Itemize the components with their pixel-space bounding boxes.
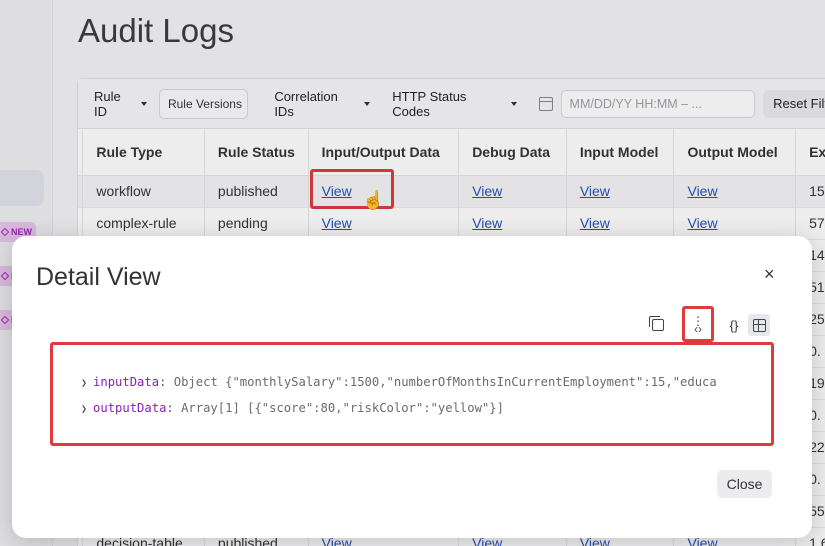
grid-icon bbox=[752, 318, 766, 332]
json-row-output-data[interactable]: ❯ outputData: Array[1] [{"score":80,"risk… bbox=[81, 401, 504, 415]
json-colon: : bbox=[166, 401, 174, 415]
close-button[interactable]: Close bbox=[717, 470, 772, 498]
chevron-right-icon[interactable]: ❯ bbox=[81, 378, 87, 389]
json-viewer: ❯ inputData: Object {"monthlySalary":1500… bbox=[50, 342, 774, 446]
json-row-input-data[interactable]: ❯ inputData: Object {"monthlySalary":1500… bbox=[81, 375, 717, 389]
braces-icon: {} bbox=[729, 317, 739, 333]
json-value: Object {"monthlySalary":1500,"numberOfMo… bbox=[166, 375, 717, 389]
expand-vertical-icon: ⋮ ‹› bbox=[692, 314, 704, 336]
detail-view-modal: Detail View × ⋮ ‹› {} ❯ inputData: Object … bbox=[12, 236, 812, 538]
copy-icon bbox=[649, 316, 664, 331]
close-icon[interactable]: × bbox=[764, 264, 775, 285]
modal-title: Detail View bbox=[36, 263, 161, 291]
json-view-button[interactable]: {} bbox=[723, 314, 745, 336]
chevron-right-icon[interactable]: ❯ bbox=[81, 404, 87, 415]
json-value: Array[1] [{"score":80,"riskColor":"yello… bbox=[173, 401, 504, 415]
json-key: outputData bbox=[93, 401, 167, 415]
json-key: inputData bbox=[93, 375, 160, 389]
copy-button[interactable] bbox=[647, 314, 669, 336]
expand-all-button[interactable]: ⋮ ‹› bbox=[687, 314, 709, 336]
table-view-button[interactable] bbox=[748, 314, 770, 336]
